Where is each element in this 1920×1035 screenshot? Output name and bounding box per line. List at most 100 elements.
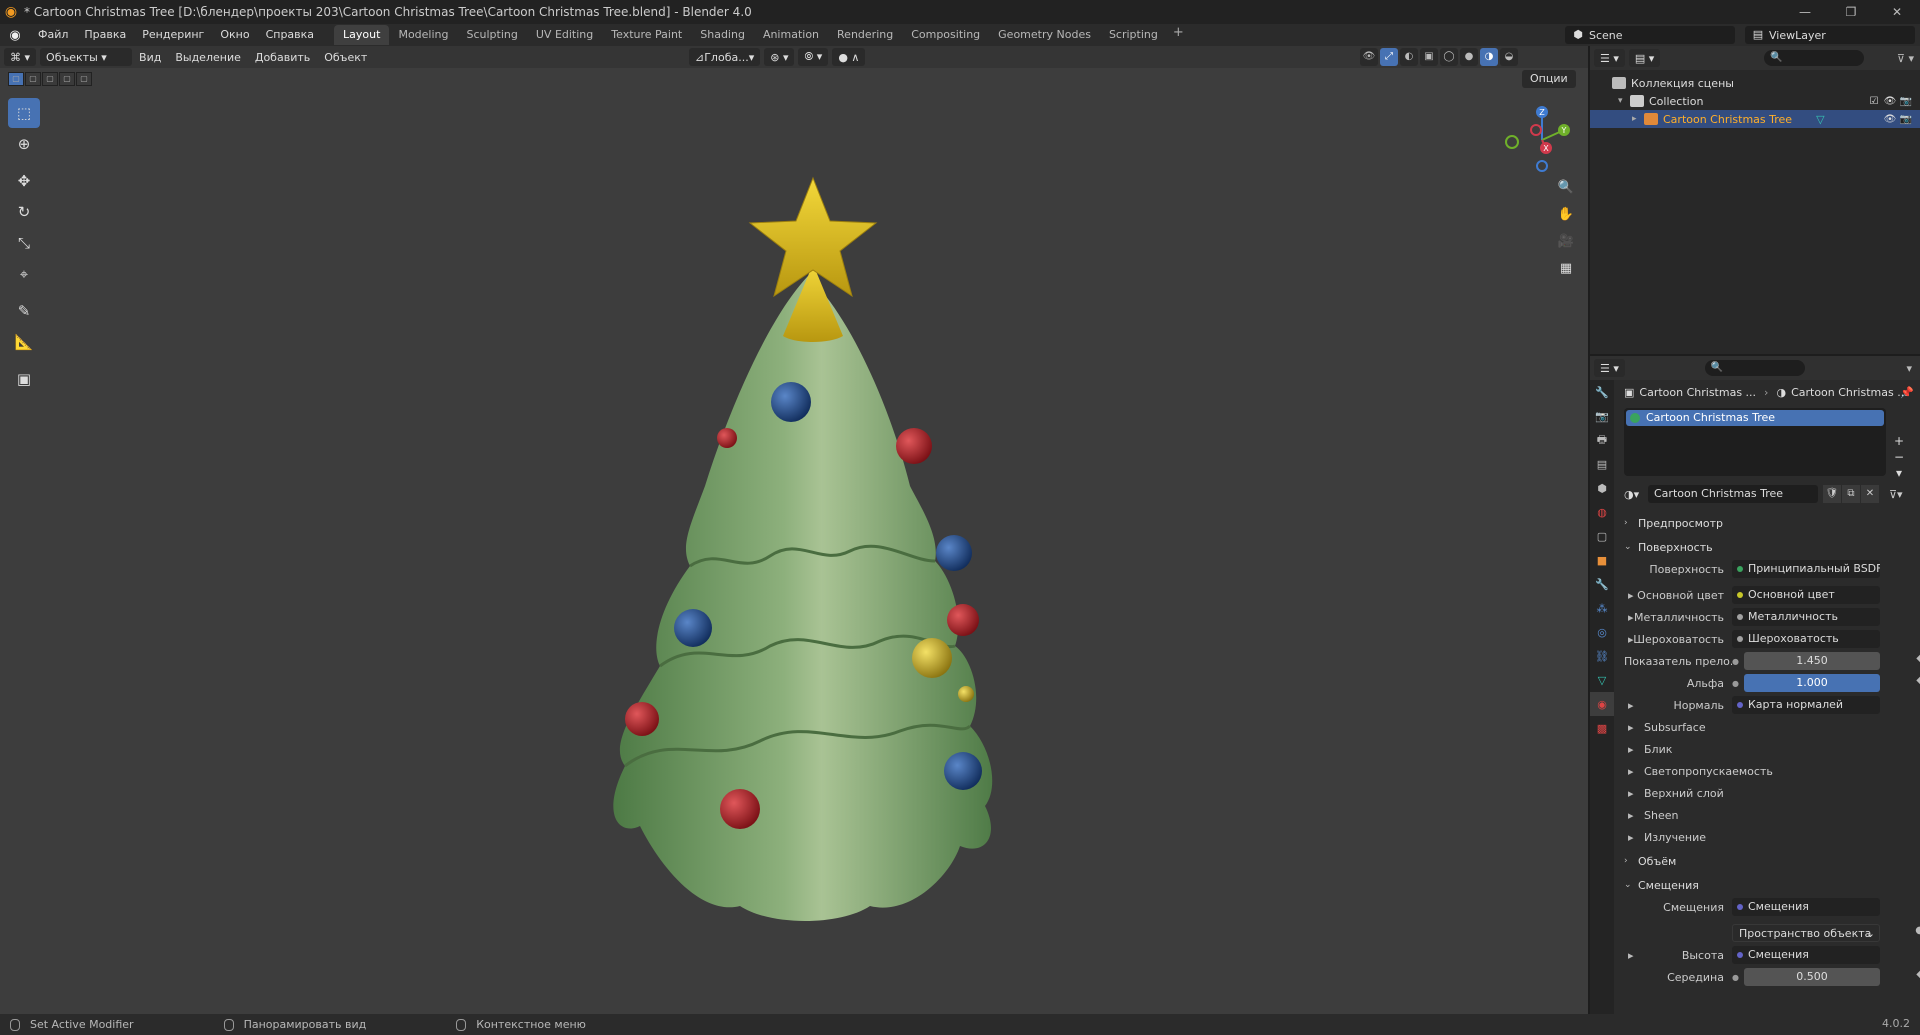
- visibility-icon[interactable]: 👁: [1360, 48, 1378, 66]
- modifier-tab-icon[interactable]: 🔧: [1590, 572, 1614, 596]
- material-slot-item[interactable]: Cartoon Christmas Tree: [1626, 410, 1884, 426]
- slot-specials-icon[interactable]: ▾: [1890, 466, 1908, 482]
- particles-tab-icon[interactable]: ⁂: [1590, 596, 1614, 620]
- outliner-scene-collection[interactable]: Коллекция сцены: [1590, 74, 1920, 92]
- orientation-dropdown[interactable]: ⊿ Глоба... ▾: [689, 48, 761, 66]
- move-tool-icon[interactable]: ✥: [8, 166, 40, 196]
- solid-shading-icon[interactable]: ●: [1460, 48, 1478, 66]
- add-workspace-icon[interactable]: +: [1167, 25, 1190, 45]
- properties-search-input[interactable]: 🔍: [1704, 360, 1805, 376]
- annotate-tool-icon[interactable]: ✎: [8, 296, 40, 326]
- display-mode-dropdown[interactable]: ▤ ▾: [1628, 49, 1661, 67]
- options-button[interactable]: Опции: [1522, 70, 1576, 88]
- tab-scripting[interactable]: Scripting: [1100, 25, 1167, 45]
- pan-hand-icon[interactable]: ✋: [1553, 201, 1579, 227]
- view-layer-selector[interactable]: ▤ ViewLayer: [1745, 26, 1915, 44]
- material-tab-icon[interactable]: ◉: [1590, 692, 1614, 716]
- menu-help[interactable]: Справка: [258, 24, 322, 46]
- tab-layout[interactable]: Layout: [334, 25, 390, 45]
- subpanel-emission[interactable]: Излучение: [1624, 826, 1914, 848]
- pivot-dropdown[interactable]: ⊛ ▾: [764, 48, 795, 66]
- material-link-dropdown[interactable]: ⊽▾: [1889, 488, 1903, 501]
- displacement-field[interactable]: Смещения: [1732, 898, 1880, 916]
- tab-compositing[interactable]: Compositing: [902, 25, 989, 45]
- blender-menu-icon[interactable]: ◉: [0, 24, 30, 46]
- data-tab-icon[interactable]: ▽: [1590, 668, 1614, 692]
- scene-selector[interactable]: ⬢ Scene: [1565, 26, 1735, 44]
- overlay-toggle-icon[interactable]: ◐: [1400, 48, 1418, 66]
- expand-arrow-icon[interactable]: ▸: [1632, 114, 1644, 124]
- add-slot-icon[interactable]: +: [1890, 434, 1908, 450]
- rotate-tool-icon[interactable]: ↻: [8, 197, 40, 227]
- socket-dot-icon[interactable]: ●: [1732, 657, 1744, 666]
- ior-field[interactable]: 1.450: [1744, 652, 1880, 670]
- add-cube-tool-icon[interactable]: ▣: [8, 364, 40, 394]
- checkbox-icon[interactable]: ☑: [1866, 96, 1882, 107]
- subpanel-specular[interactable]: Блик: [1624, 738, 1914, 760]
- tab-sculpting[interactable]: Sculpting: [458, 25, 527, 45]
- 3d-viewport[interactable]: ⌘ ▾ Объекты ▾ Вид Выделение Добавить Объ…: [0, 46, 1588, 1014]
- alpha-field[interactable]: 1.000: [1744, 674, 1880, 692]
- roughness-label[interactable]: Шероховатость: [1624, 633, 1732, 646]
- navigation-gizmo[interactable]: Z Y X: [1500, 100, 1580, 180]
- base-color-label[interactable]: Основной цвет: [1624, 589, 1732, 602]
- close-icon[interactable]: ✕: [1874, 0, 1920, 24]
- keyframe-icon[interactable]: ◆: [1916, 653, 1920, 664]
- menu-file[interactable]: Файл: [30, 24, 76, 46]
- tab-texture-paint[interactable]: Texture Paint: [602, 25, 691, 45]
- camera-icon[interactable]: 📷: [1898, 114, 1914, 125]
- cursor-tool-icon[interactable]: ⊕: [8, 129, 40, 159]
- gizmo-toggle-icon[interactable]: ⤢: [1380, 48, 1398, 66]
- filter-icon[interactable]: ⊽ ▾: [1897, 52, 1914, 65]
- eye-icon[interactable]: 👁: [1882, 96, 1898, 107]
- subpanel-subsurface[interactable]: Subsurface: [1624, 716, 1914, 738]
- tab-geometry-nodes[interactable]: Geometry Nodes: [989, 25, 1100, 45]
- xray-toggle-icon[interactable]: ▣: [1420, 48, 1438, 66]
- material-name-field[interactable]: Cartoon Christmas Tree: [1648, 485, 1818, 503]
- preview-panel-header[interactable]: › Предпросмотр: [1624, 512, 1914, 534]
- outliner-collection[interactable]: ▾ Collection ☑ 👁 📷: [1590, 92, 1920, 110]
- tab-uv-editing[interactable]: UV Editing: [527, 25, 602, 45]
- select-box-tool-icon[interactable]: ⬚: [8, 98, 40, 128]
- subpanel-transmission[interactable]: Светопропускаемость: [1624, 760, 1914, 782]
- displacement-panel-header[interactable]: ⌄ Смещения: [1624, 874, 1914, 896]
- collection-tab-icon[interactable]: ▢: [1590, 524, 1614, 548]
- render-tab-icon[interactable]: 📷: [1590, 404, 1614, 428]
- base-color-field[interactable]: Основной цвет: [1732, 586, 1880, 604]
- texture-tab-icon[interactable]: ▩: [1590, 716, 1614, 740]
- measure-tool-icon[interactable]: 📐: [8, 327, 40, 357]
- outliner-editor-type[interactable]: ☰ ▾: [1594, 49, 1625, 67]
- transform-tool-icon[interactable]: ⌖: [8, 259, 40, 289]
- fake-user-icon[interactable]: 🛡: [1823, 485, 1841, 503]
- outliner-object-row[interactable]: ▸ Cartoon Christmas Tree ▽ 👁 📷: [1590, 110, 1920, 128]
- snap-toggle[interactable]: ⦾ ▾: [798, 48, 829, 66]
- tool-tab-icon[interactable]: 🔧: [1590, 380, 1614, 404]
- scale-tool-icon[interactable]: ⤡: [8, 228, 40, 258]
- metallic-label[interactable]: Металличность: [1624, 611, 1732, 624]
- physics-tab-icon[interactable]: ◎: [1590, 620, 1614, 644]
- view-layer-tab-icon[interactable]: ▤: [1590, 452, 1614, 476]
- menu-view[interactable]: Вид: [132, 51, 168, 64]
- socket-dot-icon[interactable]: ●: [1732, 973, 1744, 982]
- unlink-material-icon[interactable]: ✕: [1861, 485, 1879, 503]
- gizmo-neg-z[interactable]: [1536, 160, 1548, 172]
- menu-window[interactable]: Окно: [212, 24, 257, 46]
- menu-render[interactable]: Рендеринг: [134, 24, 212, 46]
- gizmo-neg-y[interactable]: [1505, 135, 1519, 149]
- properties-options-icon[interactable]: ▾: [1906, 362, 1912, 375]
- mode-dropdown[interactable]: Объекты ▾: [40, 48, 133, 66]
- minimize-icon[interactable]: —: [1782, 0, 1828, 24]
- select-new-icon[interactable]: ▢: [8, 72, 24, 86]
- duplicate-material-icon[interactable]: ⧉: [1842, 485, 1860, 503]
- expand-arrow-icon[interactable]: ▾: [1618, 96, 1630, 106]
- normal-field[interactable]: Карта нормалей: [1732, 696, 1880, 714]
- keyframe-icon[interactable]: ◆: [1916, 675, 1920, 686]
- material-browse-icon[interactable]: ◑▾: [1624, 488, 1639, 501]
- tab-modeling[interactable]: Modeling: [389, 25, 457, 45]
- object-tab-icon[interactable]: ■: [1590, 548, 1614, 572]
- menu-edit[interactable]: Правка: [76, 24, 134, 46]
- tab-animation[interactable]: Animation: [754, 25, 828, 45]
- pin-icon[interactable]: 📌: [1900, 386, 1914, 399]
- properties-editor-type[interactable]: ☰ ▾: [1594, 359, 1625, 377]
- eye-icon[interactable]: 👁: [1882, 114, 1898, 125]
